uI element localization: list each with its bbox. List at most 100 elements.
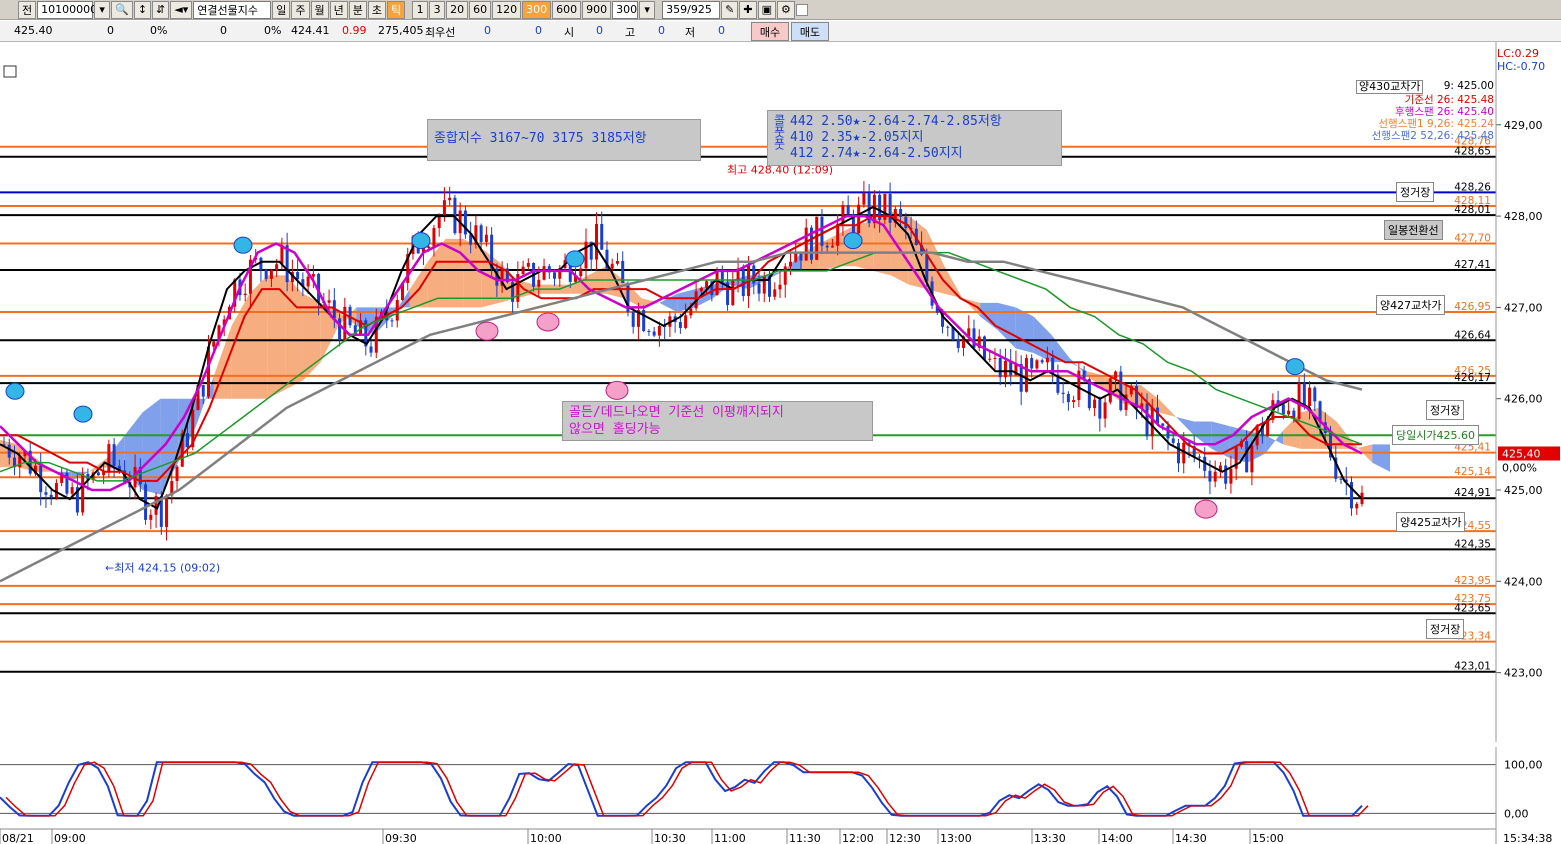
level-label-jeong2: 정거장 xyxy=(1426,400,1465,420)
candle-body xyxy=(846,205,850,214)
info-bar: 425.40 0 0% 0 0% 424.41 0.99 275,405 최우선… xyxy=(0,21,1561,42)
interval-button[interactable]: 900 xyxy=(582,0,612,19)
search-icon[interactable]: 🔍 xyxy=(111,0,133,19)
candle-body xyxy=(684,315,688,328)
interval-button[interactable]: 600 xyxy=(552,0,582,19)
info-p1: 0% xyxy=(150,24,168,37)
save-icon[interactable]: ▣ xyxy=(757,0,776,19)
info-p2: 0% xyxy=(264,24,282,37)
top-signal-mark xyxy=(1285,358,1305,376)
candle-body xyxy=(479,225,483,242)
y-tick-label: 424,00 xyxy=(1504,575,1543,588)
interval-button[interactable]: 60 xyxy=(469,0,492,19)
candle-body xyxy=(107,444,111,472)
candle-body xyxy=(432,228,436,247)
crosshair-icon[interactable]: ✚ xyxy=(739,0,757,19)
high-label: 고 xyxy=(625,26,636,39)
legend-item: 후행스팬 26: 425.40 xyxy=(1395,106,1494,118)
interval-dropdown-icon[interactable]: ▾ xyxy=(639,0,656,19)
candle-body xyxy=(594,223,598,260)
link-icon[interactable]: ↕ xyxy=(133,0,152,19)
candle-body xyxy=(81,473,85,513)
candle-body xyxy=(1114,371,1118,379)
dropdown-icon[interactable]: ▾ xyxy=(94,0,111,19)
y-tick-label: 426,00 xyxy=(1504,393,1543,406)
y-tick-label: 423,00 xyxy=(1504,667,1543,680)
candle-body xyxy=(112,444,116,466)
checkbox-icon[interactable] xyxy=(795,3,808,16)
interval-button[interactable]: 1 xyxy=(412,0,429,19)
level-price-label: 428,65 xyxy=(1454,146,1491,158)
level-label-jeong1: 정거장 xyxy=(1396,182,1435,202)
indicator-legend: 양430교차가 9: 425.00 기준선 26: 425.48 후행스팬 26:… xyxy=(1356,80,1494,142)
candle-body xyxy=(1281,404,1285,415)
code-input[interactable]: 10100000 xyxy=(37,0,97,19)
candle-body xyxy=(1208,470,1212,482)
current-price-label: 425,40 xyxy=(1502,447,1541,460)
product-name[interactable]: 연결선물지수 xyxy=(193,0,272,19)
interval-button[interactable]: 300 xyxy=(522,0,552,19)
interval-button[interactable]: 20 xyxy=(446,0,469,19)
candle-body xyxy=(631,311,635,327)
candle-body xyxy=(1103,402,1107,419)
candle-body xyxy=(988,358,992,360)
interval-button[interactable]: 120 xyxy=(492,0,522,19)
options-annotation: 콜풋풋 442 2.50★-2.64-2.74-2.85저항 410 2.35★… xyxy=(767,110,1062,166)
candle-body xyxy=(526,262,530,267)
cloud-segment xyxy=(463,238,482,308)
candle-body xyxy=(1224,465,1228,484)
interval-button[interactable]: 3 xyxy=(429,0,446,19)
candle-body xyxy=(369,346,373,353)
candle-body xyxy=(652,331,656,336)
x-tick-label: 08/21 xyxy=(2,832,34,844)
top-signal-mark xyxy=(233,236,253,254)
level-price-label: 426,64 xyxy=(1454,329,1491,341)
level-price-label: 424,35 xyxy=(1454,538,1491,550)
candle-body xyxy=(553,272,557,279)
period-button[interactable]: 분 xyxy=(348,0,367,19)
candle-body xyxy=(1197,456,1201,458)
candle-body xyxy=(96,472,100,476)
osc-tick-label: 0,00 xyxy=(1504,807,1529,820)
candle-body xyxy=(615,261,619,264)
options-side-label: 콜풋풋 xyxy=(772,114,786,150)
candle-body xyxy=(993,357,997,359)
period-button[interactable]: 년 xyxy=(329,0,348,19)
oscillator-chart[interactable]: 0,00 100,00 08/21 09:00 09:30 10:00 10:30 11:00… xyxy=(0,747,1561,844)
osc-tick-label: 100,00 xyxy=(1504,759,1543,772)
candle-body xyxy=(773,289,777,297)
interval-input[interactable]: 300 xyxy=(612,0,639,19)
candle-body xyxy=(1030,358,1034,369)
candle-body xyxy=(327,300,331,303)
open-value: 0 xyxy=(596,24,603,37)
speaker-icon[interactable]: ◄▾ xyxy=(170,0,193,19)
top-signal-mark xyxy=(5,382,25,400)
period-button[interactable]: 초 xyxy=(367,0,386,19)
cloud-segment xyxy=(267,275,286,399)
candle-body xyxy=(1287,410,1291,415)
interval-buttons: 1 3 20 60 120 300 600 900 xyxy=(412,0,612,19)
sell-button[interactable]: 매도 xyxy=(791,22,829,41)
period-button[interactable]: 틱 xyxy=(387,0,406,19)
x-tick-label: 10:30 xyxy=(654,832,686,844)
candle-body xyxy=(1045,357,1049,363)
candle-body xyxy=(1061,392,1065,394)
code-label[interactable]: 전 xyxy=(18,0,37,19)
candle-body xyxy=(778,284,782,290)
candle-body xyxy=(1245,441,1249,473)
period-button[interactable]: 주 xyxy=(291,0,310,19)
candle-body xyxy=(442,200,446,217)
period-button[interactable]: 일 xyxy=(272,0,291,19)
best-v1: 0 xyxy=(484,24,491,37)
tool-icon[interactable]: ✎ xyxy=(721,0,739,19)
settings-icon[interactable]: ⚙ xyxy=(776,0,795,19)
period-button[interactable]: 월 xyxy=(310,0,329,19)
candle-body xyxy=(175,466,179,481)
x-tick-label: 09:30 xyxy=(385,832,417,844)
candle-body xyxy=(804,227,808,261)
buy-button[interactable]: 매수 xyxy=(751,22,789,41)
candle-body xyxy=(275,264,279,270)
grid-icon[interactable] xyxy=(3,65,17,78)
stepper-icon[interactable]: ⇵ xyxy=(152,0,170,19)
page-counter: 359/925 xyxy=(662,0,721,19)
